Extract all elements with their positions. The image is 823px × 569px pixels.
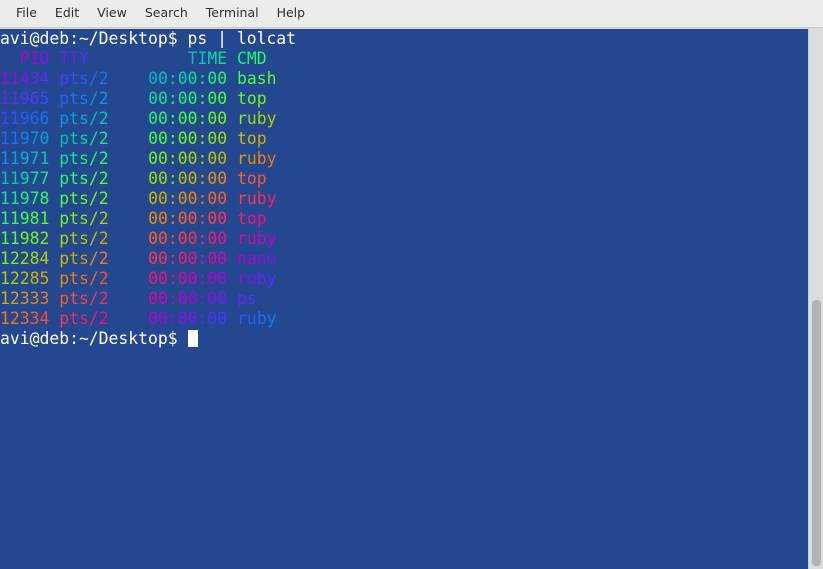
ps-row: 12333 pts/2 00:00:00 ps: [0, 289, 257, 308]
menu-file[interactable]: File: [7, 4, 46, 24]
menu-view[interactable]: View: [88, 4, 136, 24]
ps-row: 11981 pts/2 00:00:00 top: [0, 209, 267, 228]
ps-row: 12334 pts/2 00:00:00 ruby: [0, 309, 277, 328]
ps-row: 11977 pts/2 00:00:00 top: [0, 169, 267, 188]
menu-search[interactable]: Search: [136, 4, 197, 24]
prompt-text: avi@deb:~/Desktop$ ps | lolcat: [0, 29, 297, 48]
menu-bar: File Edit View Search Terminal Help: [0, 0, 823, 28]
prompt-line-command: avi@deb:~/Desktop$ ps | lolcat: [0, 29, 296, 49]
terminal-scrollbar[interactable]: [808, 29, 823, 569]
terminal-cursor: [187, 330, 198, 347]
ps-header-row: PID TTY TIME CMD: [19, 49, 267, 68]
scrollbar-thumb[interactable]: [812, 300, 821, 566]
prompt-line-active: avi@deb:~/Desktop$: [0, 329, 296, 349]
ps-row: 11978 pts/2 00:00:00 ruby: [0, 189, 277, 208]
ps-row: 11965 pts/2 00:00:00 top: [0, 89, 267, 108]
ps-row: 11434 pts/2 00:00:00 bash: [0, 69, 277, 88]
ps-row: 11982 pts/2 00:00:00 ruby: [0, 229, 277, 248]
terminal-area: avi@deb:~/Desktop$ ps | lolcat PID TTY T…: [0, 29, 823, 569]
menu-edit[interactable]: Edit: [46, 4, 88, 24]
terminal-screen[interactable]: avi@deb:~/Desktop$ ps | lolcat PID TTY T…: [0, 29, 808, 569]
ps-row: 11971 pts/2 00:00:00 ruby: [0, 149, 277, 168]
ps-row: 12284 pts/2 00:00:00 nano: [0, 249, 277, 268]
ps-row: 12285 pts/2 00:00:00 ruby: [0, 269, 277, 288]
terminal-text-buffer: avi@deb:~/Desktop$ ps | lolcat PID TTY T…: [0, 29, 296, 349]
ps-row: 11966 pts/2 00:00:00 ruby: [0, 109, 277, 128]
menu-terminal[interactable]: Terminal: [197, 4, 268, 24]
ps-row: 11970 pts/2 00:00:00 top: [0, 129, 267, 148]
menu-help[interactable]: Help: [268, 4, 315, 24]
prompt-text: avi@deb:~/Desktop$: [0, 329, 188, 348]
terminal-window: File Edit View Search Terminal Help avi@deb:~…: [0, 0, 823, 569]
